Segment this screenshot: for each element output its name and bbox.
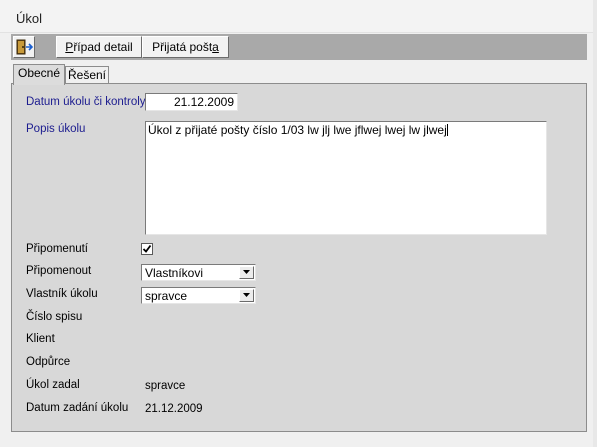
task-date-field[interactable]: 21.12.2009	[145, 93, 238, 111]
window-title: Úkol	[16, 11, 43, 26]
tab-general[interactable]: Obecné	[13, 64, 65, 85]
file-number-label: Číslo spisu	[26, 311, 83, 323]
owner-select[interactable]: spravce	[141, 287, 256, 304]
case-detail-button[interactable]: Případ detail	[56, 36, 142, 58]
text-caret	[446, 124, 448, 136]
tab-solution[interactable]: Řešení	[65, 66, 109, 84]
tab-strip: Obecné Řešení	[11, 64, 587, 85]
remind-to-select[interactable]: Vlastníkovi	[141, 264, 256, 281]
exit-door-icon	[16, 39, 33, 55]
owner-label: Vlastník úkolu	[26, 288, 98, 300]
window-titlebar: Úkol	[0, 0, 597, 33]
description-label: Popis úkolu	[26, 123, 86, 135]
remind-to-value: Vlastníkovi	[145, 266, 204, 280]
assigned-date-value: 21.12.2009	[145, 403, 203, 415]
remind-to-dropdown-button[interactable]	[239, 266, 254, 279]
window-right-border	[593, 0, 597, 447]
owner-value: spravce	[145, 289, 188, 303]
received-mail-accelerator: a	[212, 40, 219, 54]
description-text: Úkol z přijaté pošty číslo 1/03 lw jlj l…	[148, 123, 447, 137]
remind-checkbox[interactable]	[141, 243, 153, 255]
case-detail-label: Případ detail	[65, 40, 133, 54]
assigned-by-value: spravce	[145, 380, 186, 392]
owner-dropdown-button[interactable]	[239, 289, 254, 302]
remind-label: Připomenutí	[26, 243, 89, 255]
toolbar: Případ detail Přijatá pošta	[11, 34, 587, 60]
dropdown-arrow-icon	[243, 270, 250, 274]
received-mail-button[interactable]: Přijatá pošta	[142, 36, 229, 58]
received-mail-label: Přijatá pošta	[152, 40, 219, 54]
checkmark-icon	[142, 244, 152, 253]
dropdown-arrow-icon	[243, 293, 250, 297]
exit-button[interactable]	[13, 36, 35, 58]
opponent-label: Odpůrce	[26, 356, 71, 368]
assigned-date-label: Datum zadání úkolu	[26, 402, 129, 414]
client-label: Klient	[26, 333, 55, 345]
task-date-label: Datum úkolu či kontroly	[26, 96, 146, 108]
assigned-by-label: Úkol zadal	[26, 379, 80, 391]
remind-to-label: Připomenout	[26, 265, 92, 277]
description-field[interactable]: Úkol z přijaté pošty číslo 1/03 lw jlj l…	[145, 121, 547, 235]
